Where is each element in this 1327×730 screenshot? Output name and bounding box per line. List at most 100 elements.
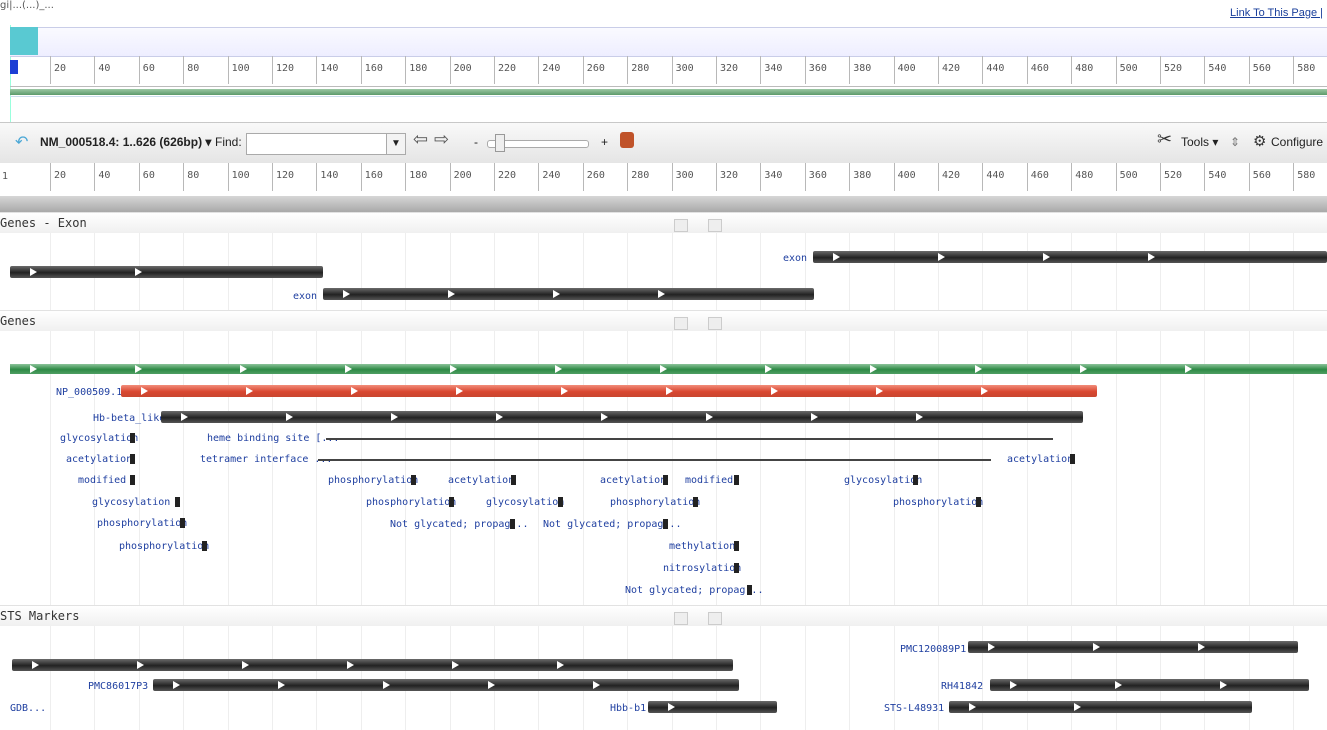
feature-mark[interactable] [130, 454, 135, 464]
sts-bar[interactable] [949, 701, 1252, 713]
ruler-tick: 140 [316, 56, 338, 84]
gear-icon[interactable]: ⚙ [1253, 132, 1266, 150]
feature-mark[interactable] [411, 475, 416, 485]
fit-icon[interactable]: ⇕ [1230, 135, 1240, 149]
ruler-tick: 40 [94, 56, 110, 84]
ruler-tick-label: 60 [142, 63, 155, 74]
zoom-slider-handle[interactable] [495, 134, 505, 152]
direction-arrow-icon [496, 413, 503, 421]
feature-mark[interactable] [180, 518, 185, 528]
feature-mark[interactable] [510, 519, 515, 529]
sts-label: GDB... [10, 703, 47, 714]
domain-bar[interactable] [161, 411, 1083, 423]
feature-mark[interactable] [175, 497, 180, 507]
feature-mark[interactable] [130, 475, 135, 485]
feature-mark[interactable] [130, 433, 135, 443]
feature-mark[interactable] [558, 497, 563, 507]
feature-label: glycosylation [92, 497, 171, 508]
pan-left-icon[interactable]: ⇦ [413, 129, 428, 150]
ruler-tick-label: 100 [231, 63, 250, 74]
sts-bar[interactable] [153, 679, 739, 691]
feature-mark[interactable] [913, 475, 918, 485]
exon-bar[interactable] [813, 251, 1327, 263]
sts-bar[interactable] [968, 641, 1298, 653]
ruler-tick: 520 [1160, 163, 1182, 191]
sts-label: PMC120089P1 [900, 644, 967, 655]
exon-bar[interactable] [10, 266, 323, 278]
track-title: STS Markers [0, 609, 80, 623]
find-dropdown-icon[interactable]: ▼ [386, 133, 406, 155]
ruler-tick: 180 [405, 56, 427, 84]
track-header-sts: STS Markers [0, 605, 1327, 626]
ruler-tick-label: 340 [764, 63, 783, 74]
sts-bar[interactable] [990, 679, 1309, 691]
protein-bar[interactable] [121, 385, 1097, 397]
tools-icon[interactable]: ✂ [1157, 129, 1172, 150]
sequence-selector[interactable]: NM_000518.4: 1..626 (626bp) ▾ [40, 135, 211, 149]
direction-arrow-icon [1185, 365, 1192, 373]
direction-arrow-icon [561, 387, 568, 395]
find-input[interactable] [246, 133, 388, 155]
exon-bar[interactable] [323, 288, 814, 300]
ruler-tick: 120 [272, 163, 294, 191]
collapse-icon[interactable] [674, 219, 688, 232]
ruler-tick: 280 [627, 163, 649, 191]
overview-viewport-handle[interactable] [10, 27, 38, 55]
heme-line[interactable] [326, 438, 1053, 440]
sts-label: Hbb-b1 [610, 703, 647, 714]
toolbar: ↶ NM_000518.4: 1..626 (626bp) ▾ Find: ▼ … [0, 122, 1327, 164]
ruler-tick-label: 520 [1164, 170, 1183, 181]
close-icon[interactable] [708, 612, 722, 625]
direction-arrow-icon [383, 681, 390, 689]
feature-mark[interactable] [747, 585, 752, 595]
collapse-icon[interactable] [674, 612, 688, 625]
collapse-icon[interactable] [674, 317, 688, 330]
scroll-left-icon[interactable] [10, 60, 18, 74]
ruler-tick: 520 [1160, 56, 1182, 84]
link-to-this-page[interactable]: Link To This Page | [1230, 7, 1323, 19]
gene-bar[interactable] [10, 364, 1327, 374]
feature-mark[interactable] [202, 541, 207, 551]
ruler-tick: 540 [1204, 56, 1226, 84]
feature-mark[interactable] [511, 475, 516, 485]
pan-right-icon[interactable]: ⇨ [434, 129, 449, 150]
ruler-tick: 420 [938, 163, 960, 191]
feature-mark[interactable] [976, 497, 981, 507]
grid-line [94, 212, 96, 730]
zoom-in-button[interactable]: + [601, 135, 608, 149]
feature-mark[interactable] [734, 475, 739, 485]
direction-arrow-icon [765, 365, 772, 373]
ruler-tick-label: 560 [1252, 170, 1271, 181]
feature-mark[interactable] [663, 475, 668, 485]
direction-arrow-icon [975, 365, 982, 373]
tools-menu[interactable]: Tools ▾ [1181, 135, 1218, 149]
feature-label: phosphorylation [97, 518, 188, 529]
ruler-tick: 60 [138, 56, 155, 84]
sts-bar[interactable] [648, 701, 777, 713]
direction-arrow-icon [553, 290, 560, 298]
direction-arrow-icon [660, 365, 667, 373]
bug-icon[interactable] [620, 132, 634, 148]
close-icon[interactable] [708, 317, 722, 330]
back-icon[interactable]: ↶ [15, 132, 28, 152]
sts-bar[interactable] [12, 659, 733, 671]
ruler-tick: 480 [1071, 163, 1093, 191]
direction-arrow-icon [135, 268, 142, 276]
zoom-out-button[interactable]: - [474, 135, 478, 149]
feature-mark[interactable] [1070, 454, 1075, 464]
ruler-tick-label: 540 [1208, 170, 1227, 181]
direction-arrow-icon [30, 365, 37, 373]
feature-mark[interactable] [734, 541, 739, 551]
feature-label: glycosylation [844, 475, 923, 486]
heme-label: heme binding site [... [207, 433, 340, 444]
ruler-tick-label: 520 [1164, 63, 1183, 74]
feature-mark[interactable] [734, 563, 739, 573]
feature-mark[interactable] [693, 497, 698, 507]
configure-button[interactable]: Configure [1271, 135, 1323, 149]
feature-mark[interactable] [449, 497, 454, 507]
close-icon[interactable] [708, 219, 722, 232]
direction-arrow-icon [771, 387, 778, 395]
ruler-start-label: 1 [2, 171, 9, 182]
feature-mark[interactable] [663, 519, 668, 529]
tetramer-line[interactable] [318, 459, 991, 461]
